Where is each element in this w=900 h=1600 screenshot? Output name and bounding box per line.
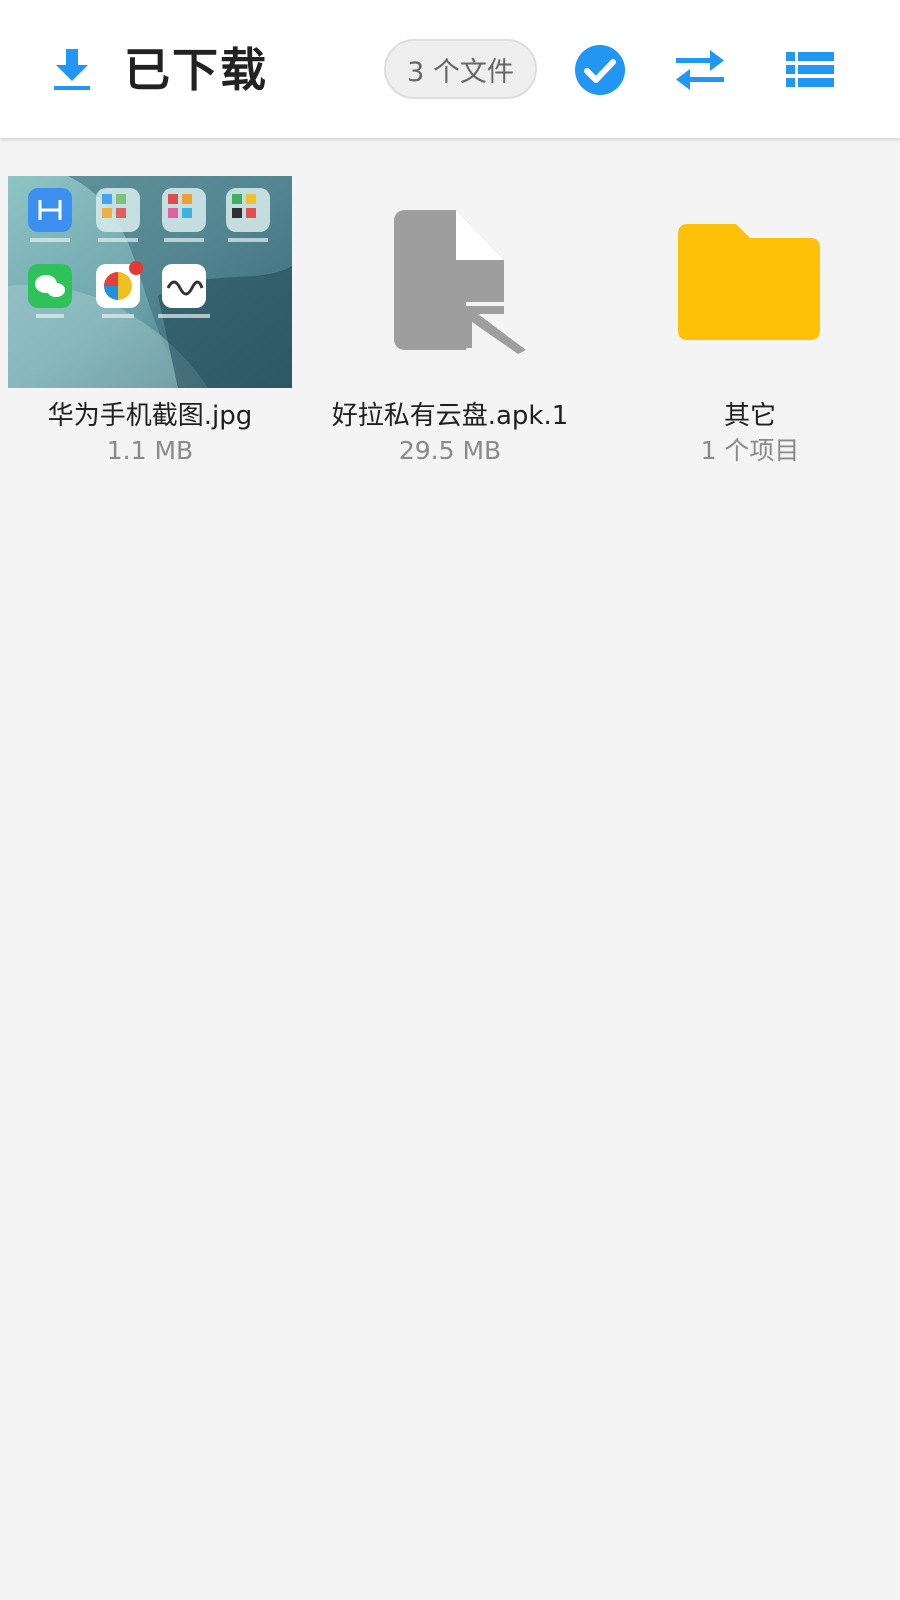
grid-item-apk[interactable]: 好拉私有云盘.apk.1 29.5 MB xyxy=(300,176,600,476)
top-app-bar: 已下载 3 个文件 xyxy=(0,0,900,138)
image-thumbnail xyxy=(8,176,292,388)
item-name: 其它 xyxy=(723,401,776,431)
download-icon[interactable] xyxy=(50,45,94,93)
item-name: 华为手机截图.jpg xyxy=(47,401,253,431)
item-name: 好拉私有云盘.apk.1 xyxy=(331,401,569,431)
item-meta: 29.5 MB xyxy=(398,436,502,465)
item-meta: 1 个项目 xyxy=(700,436,800,465)
swap-arrows-icon[interactable] xyxy=(674,48,726,92)
file-count-badge: 3 个文件 xyxy=(384,39,537,99)
page-title: 已下载 xyxy=(124,43,268,97)
folder-icon xyxy=(678,224,820,340)
list-view-icon[interactable] xyxy=(786,52,834,88)
grid-item-image[interactable]: 华为手机截图.jpg 1.1 MB xyxy=(0,176,300,476)
file-shortcut-icon xyxy=(394,210,526,354)
item-meta: 1.1 MB xyxy=(106,436,194,465)
check-circle-icon[interactable] xyxy=(574,44,626,96)
grid-item-folder[interactable]: 其它 1 个项目 xyxy=(600,176,900,476)
